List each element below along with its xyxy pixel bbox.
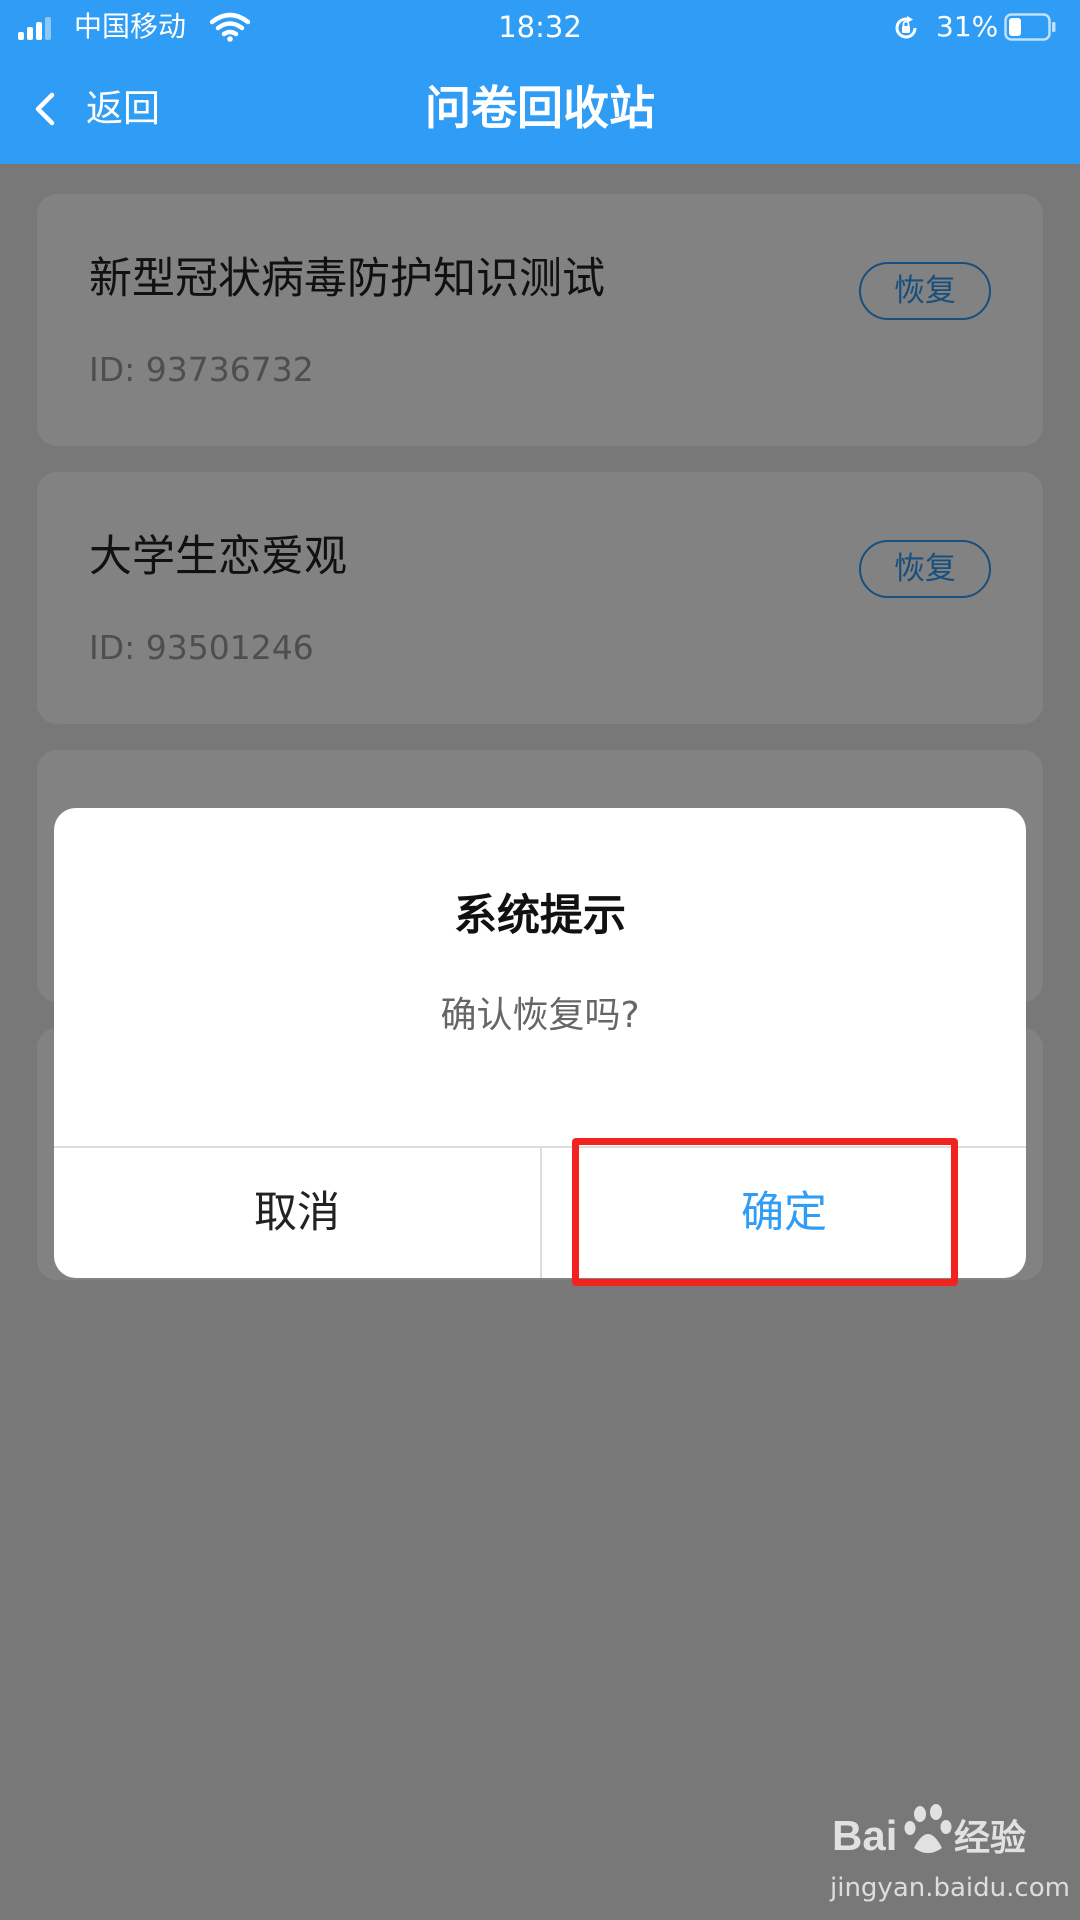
navigation-bar: 返回 问卷回收站 <box>0 54 1080 164</box>
dialog-message: 确认恢复吗? <box>440 995 640 1036</box>
dialog-title: 系统提示 <box>454 891 626 941</box>
svg-text:经验: 经验 <box>954 1818 1026 1859</box>
page-title: 问卷回收站 <box>425 81 655 135</box>
highlight-annotation <box>572 1138 958 1286</box>
battery-percent: 31% <box>936 10 999 43</box>
watermark: Bai 经验 jingyan.baidu.com <box>826 1800 1070 1910</box>
battery-icon <box>1004 13 1056 41</box>
svg-text:Bai: Bai <box>832 1812 897 1859</box>
baidu-jingyan-logo: Bai 经验 <box>832 1804 1026 1859</box>
cancel-button[interactable]: 取消 <box>54 1148 540 1278</box>
status-bar: 中国移动 18:32 31% <box>0 0 1080 54</box>
app-header: 中国移动 18:32 31% 返回 问卷回收站 <box>0 0 1080 164</box>
watermark-url: jingyan.baidu.com <box>830 1873 1070 1903</box>
rotation-lock-icon <box>895 16 917 39</box>
